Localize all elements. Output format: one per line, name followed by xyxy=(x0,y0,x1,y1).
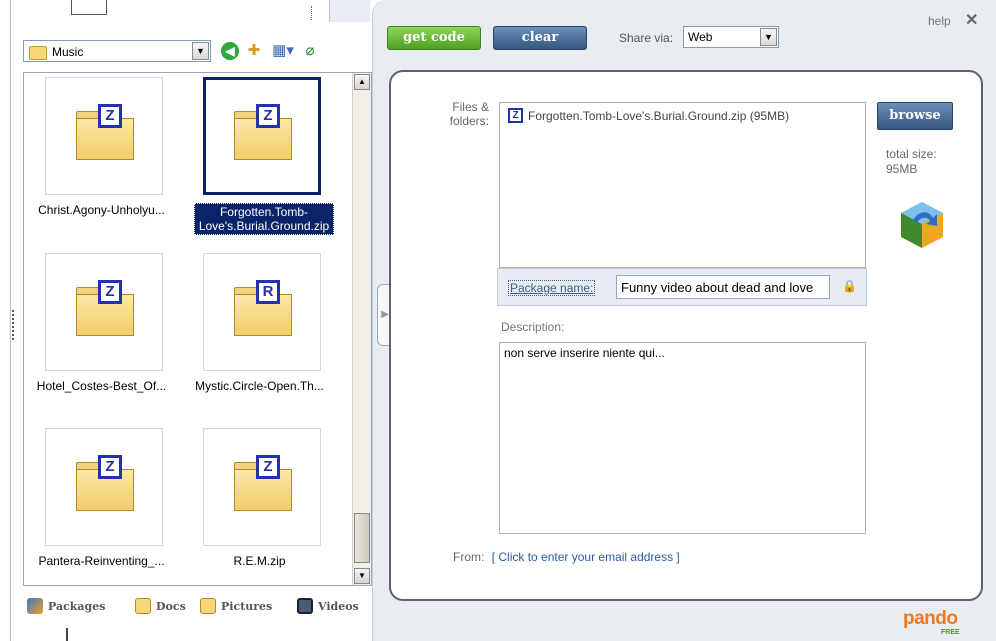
share-via-select[interactable]: Web ▼ xyxy=(683,26,779,48)
list-item[interactable]: R Mystic.Circle-Open.Th... xyxy=(182,251,337,421)
zip-archive-icon: Z xyxy=(256,455,280,479)
thumbnail-list[interactable]: Z Christ.Agony-Unholyu... Z Forgotten.To… xyxy=(23,72,372,586)
tab-label: Docs xyxy=(156,599,186,613)
pando-logo: pando FREE xyxy=(903,608,973,638)
up-folder-icon[interactable]: ✚ xyxy=(245,42,263,60)
list-item[interactable]: Z Christ.Agony-Unholyu... xyxy=(24,75,179,245)
item-caption: Pantera-Reinventing_... xyxy=(38,554,165,568)
folder-select[interactable]: Music ▼ xyxy=(23,40,211,62)
thumbnail-tile: R xyxy=(203,253,321,371)
item-caption: R.E.M.zip xyxy=(233,554,286,568)
tab-videos[interactable]: Videos xyxy=(297,596,359,616)
file-entry[interactable]: Z Forgotten.Tomb-Love's.Burial.Ground.zi… xyxy=(508,108,789,123)
thumbnail-tile: Z xyxy=(45,253,163,371)
lock-icon[interactable]: 🔒 xyxy=(842,279,857,293)
thumbnail-tile: Z xyxy=(45,428,163,546)
back-icon[interactable]: ◀ xyxy=(221,42,239,60)
film-icon xyxy=(297,598,313,614)
from-label: From: xyxy=(453,550,485,564)
tab-label: Packages xyxy=(48,599,106,613)
thumbnail-grid: Z Christ.Agony-Unholyu... Z Forgotten.To… xyxy=(24,73,352,585)
close-icon[interactable]: ✕ xyxy=(965,10,978,30)
scroll-up-icon[interactable]: ▲ xyxy=(354,74,370,90)
share-via-label: Share via: xyxy=(619,31,674,45)
chevron-down-icon[interactable]: ▼ xyxy=(192,42,209,60)
pictures-folder-icon xyxy=(200,598,216,614)
package-name-input[interactable] xyxy=(616,275,830,299)
total-size-label: total size: xyxy=(886,147,937,161)
item-caption: Mystic.Circle-Open.Th... xyxy=(195,379,324,393)
share-via-value: Web xyxy=(688,30,713,44)
divider xyxy=(66,628,68,641)
package-icon xyxy=(901,202,943,248)
total-size-value: 95MB xyxy=(886,162,918,176)
zip-archive-icon: Z xyxy=(98,104,122,128)
list-item[interactable]: Z Hotel_Costes-Best_Of... xyxy=(24,251,179,421)
zip-archive-icon: Z xyxy=(256,104,280,128)
package-name-row: Package name: 🔒 xyxy=(497,268,867,306)
zip-archive-icon: Z xyxy=(98,455,122,479)
item-caption: Forgotten.Tomb-Love's.Burial.Ground.zip xyxy=(194,203,334,235)
file-browser-pane: Music ▼ ◀ ✚ ▦▾ ⌀ Z Christ.Agony-Unholyu.… xyxy=(10,0,372,641)
tab-pictures[interactable]: Pictures xyxy=(200,596,272,616)
list-item[interactable]: Z Pantera-Reinventing_... xyxy=(24,426,179,596)
tab-label: Pictures xyxy=(221,599,273,613)
item-caption: Christ.Agony-Unholyu... xyxy=(38,203,165,217)
get-code-button[interactable]: get code xyxy=(387,26,481,50)
logo-word: pando xyxy=(903,608,958,629)
scrollbar-thumb[interactable] xyxy=(354,513,370,563)
thumbnail-tile: Z xyxy=(45,77,163,195)
pane-splitter[interactable] xyxy=(12,310,17,340)
tab-packages[interactable]: Packages xyxy=(27,596,105,616)
logo-free-badge: FREE xyxy=(941,629,960,636)
package-form: Files & folders: Z Forgotten.Tomb-Love's… xyxy=(389,70,983,601)
file-entry-label: Forgotten.Tomb-Love's.Burial.Ground.zip … xyxy=(528,108,790,123)
chevron-down-icon[interactable]: ▼ xyxy=(760,28,777,46)
from-row: From: [ Click to enter your email addres… xyxy=(453,550,680,564)
paperclip-icon[interactable]: ⌀ xyxy=(301,42,319,60)
folder-icon xyxy=(29,46,47,60)
browse-button[interactable]: browse xyxy=(877,102,953,130)
view-mode-icon[interactable]: ▦▾ xyxy=(271,42,295,60)
list-item[interactable]: Z R.E.M.zip xyxy=(182,426,337,596)
browser-toolbar: Music ▼ ◀ ✚ ▦▾ ⌀ xyxy=(23,40,358,66)
clear-button[interactable]: clear xyxy=(493,26,587,50)
thumbnail-tile: Z xyxy=(203,77,321,195)
files-label: Files & folders: xyxy=(449,100,489,128)
window-fragment xyxy=(71,0,107,15)
package-icon xyxy=(27,598,43,614)
scroll-down-icon[interactable]: ▼ xyxy=(354,568,370,584)
tab-label: Videos xyxy=(318,599,359,613)
tab-docs[interactable]: Docs xyxy=(135,596,186,616)
total-size: total size: 95MB xyxy=(886,147,937,177)
email-link[interactable]: [ Click to enter your email address ] xyxy=(492,550,680,564)
list-item-selected[interactable]: Z Forgotten.Tomb-Love's.Burial.Ground.zi… xyxy=(182,75,337,245)
window-edge xyxy=(329,0,370,22)
folder-select-value: Music xyxy=(52,45,84,59)
zip-archive-icon: Z xyxy=(508,108,523,123)
browser-tabs: Packages Docs Pictures Videos xyxy=(25,596,370,618)
files-list[interactable]: Z Forgotten.Tomb-Love's.Burial.Ground.zi… xyxy=(499,102,866,268)
description-label: Description: xyxy=(501,320,565,334)
docs-folder-icon xyxy=(135,598,151,614)
package-name-link[interactable]: Package name: xyxy=(508,280,596,296)
vertical-scrollbar[interactable]: ▲ ▼ xyxy=(352,73,371,585)
zip-archive-icon: Z xyxy=(98,280,122,304)
help-link[interactable]: help xyxy=(928,14,951,28)
description-input[interactable]: non serve inserire niente qui... xyxy=(499,342,866,534)
rar-archive-icon: R xyxy=(256,280,280,304)
item-caption: Hotel_Costes-Best_Of... xyxy=(36,379,167,393)
top-strip xyxy=(11,0,370,30)
pando-panel: get code clear Share via: Web ▼ help ✕ ▶… xyxy=(372,0,996,641)
thumbnail-tile: Z xyxy=(203,428,321,546)
